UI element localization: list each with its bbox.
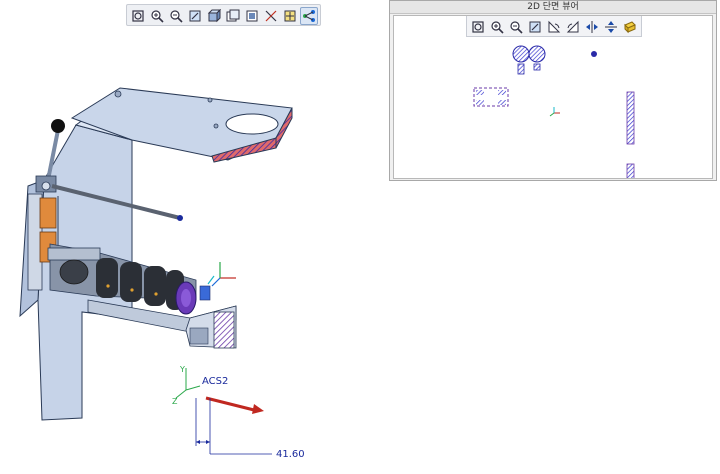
section-roller-pair [512,45,546,75]
section-viewer-panel: 2D 단면 뷰어 [389,0,717,181]
view-triad [207,262,236,287]
section-drawing [473,45,635,178]
section-origin-triad [549,107,560,117]
svg-text:Y: Y [179,365,185,374]
section-plate-upper [626,91,635,145]
dimension-value[interactable]: 41.60 [276,449,305,460]
section-viewer-title: 2D 단면 뷰어 [390,1,716,14]
svg-text:Z: Z [172,397,178,406]
section-rod-end [591,51,597,57]
csys-acs2: Y Z [172,365,264,414]
section-extrusion-profile [473,87,509,107]
section-plate-lower [626,163,635,178]
csys-label: ACS2 [202,376,229,387]
section-viewer-canvas[interactable] [393,15,713,179]
